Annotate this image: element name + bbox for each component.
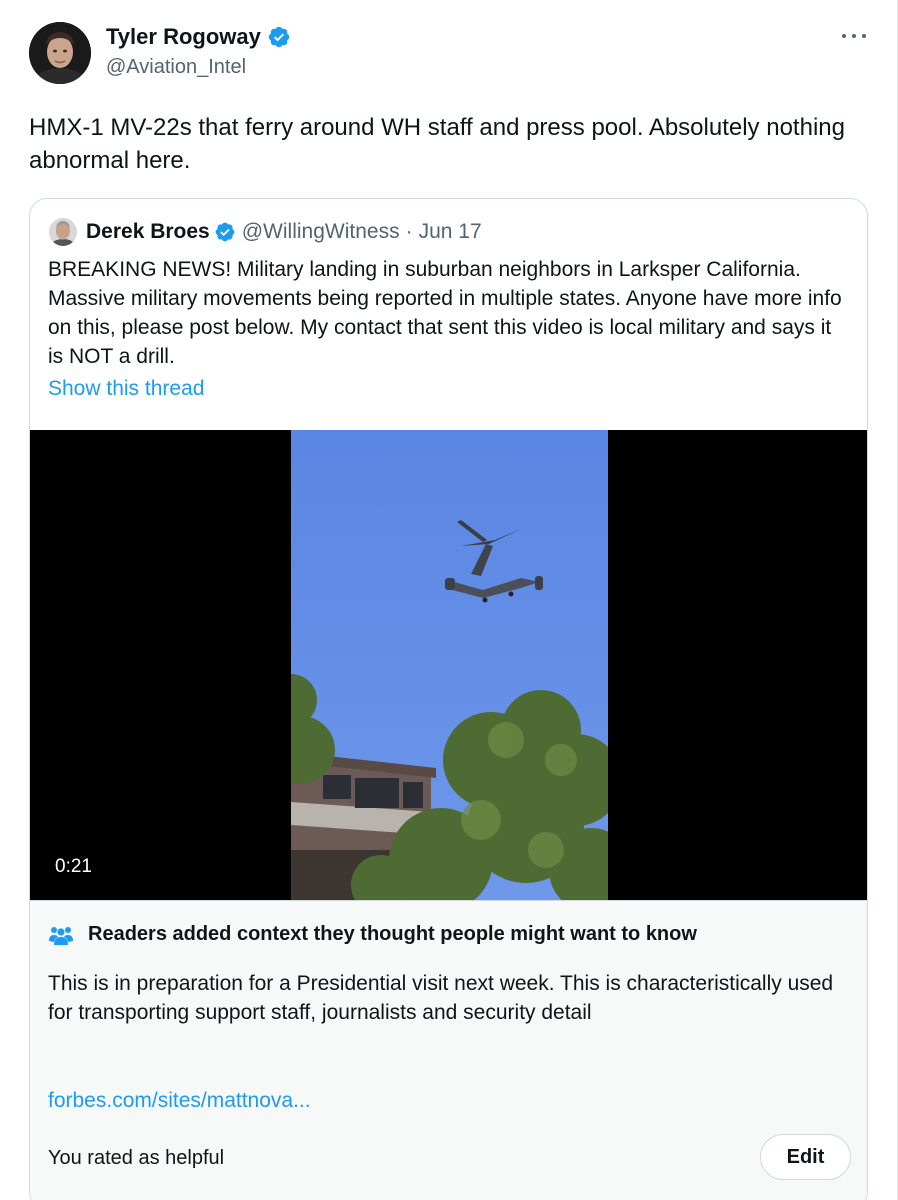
quoted-tweet-header: Derek Broes @WillingWitness · Jun 17 — [49, 218, 482, 246]
dot — [852, 34, 856, 38]
quoted-author-handle: @WillingWitness — [241, 220, 400, 243]
quoted-author-name: Derek Broes — [86, 220, 210, 243]
author-name[interactable]: Tyler Rogoway — [106, 24, 261, 50]
show-thread-link[interactable]: Show this thread — [48, 377, 204, 401]
people-icon — [49, 926, 73, 945]
community-note-title: Readers added context they thought peopl… — [88, 923, 697, 945]
video-duration: 0:21 — [55, 856, 92, 877]
author-avatar[interactable] — [29, 22, 91, 84]
tweet: Tyler Rogoway @Aviation_Intel HMX-1 MV-2… — [0, 0, 898, 1200]
community-note: Readers added context they thought peopl… — [30, 900, 867, 1200]
video-player[interactable]: 0:21 — [30, 430, 867, 900]
community-note-body: This is in preparation for a Presidentia… — [48, 972, 834, 1024]
more-horizontal-icon[interactable] — [840, 26, 868, 46]
verified-badge-icon — [268, 26, 290, 48]
quoted-tweet-text: BREAKING NEWS! Military landing in subur… — [48, 258, 842, 368]
tweet-text: HMX-1 MV-22s that ferry around WH staff … — [29, 114, 845, 174]
author-name-row: Tyler Rogoway — [106, 24, 291, 50]
community-note-source-link[interactable]: forbes.com/sites/mattnova... — [48, 1089, 311, 1113]
dot — [862, 34, 866, 38]
separator-dot: · — [405, 220, 413, 243]
video-frame — [291, 430, 608, 900]
community-note-header: Readers added context they thought peopl… — [48, 923, 697, 946]
rating-status: You rated as helpful — [48, 1147, 225, 1169]
quoted-tweet-date: Jun 17 — [418, 220, 482, 243]
quoted-author-avatar — [49, 218, 77, 246]
quoted-tweet[interactable]: Derek Broes @WillingWitness · Jun 17 BRE… — [29, 198, 868, 1200]
verified-badge-icon — [215, 222, 235, 242]
dot — [842, 34, 846, 38]
author-handle[interactable]: @Aviation_Intel — [106, 56, 246, 79]
edit-rating-button[interactable]: Edit — [760, 1134, 851, 1180]
